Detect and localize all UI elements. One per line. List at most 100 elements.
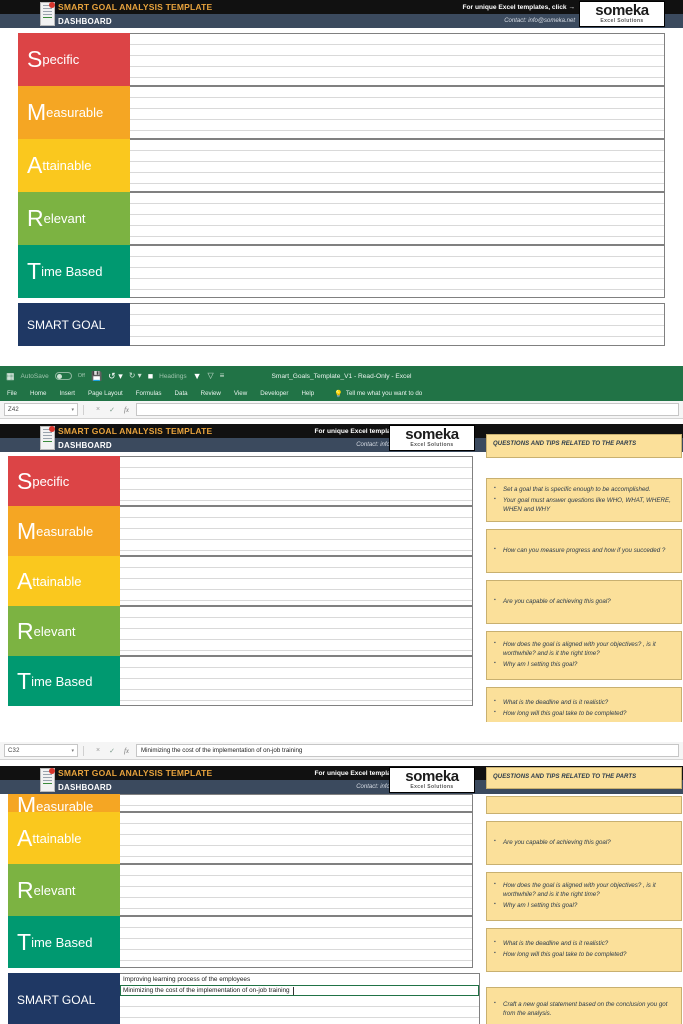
smart-rest: easurable	[36, 523, 94, 539]
smart-rest: elevant	[33, 882, 76, 898]
smart-row-relevant[interactable]: Relevant	[18, 192, 665, 245]
chevron-down-icon[interactable]: ▾	[71, 407, 74, 413]
smart-row-relevant[interactable]: Relevant	[8, 864, 473, 916]
smart-row-measurable[interactable]: Measurable	[8, 506, 473, 556]
tip-item: Are you capable of achieving this goal?	[494, 597, 674, 607]
tips-spacer	[486, 465, 682, 478]
smart-rest: pecific	[32, 473, 70, 489]
tab-review[interactable]: Review	[201, 390, 221, 397]
smart-rest: elevant	[43, 211, 86, 226]
tip-item: How long will this goal take to be compl…	[494, 709, 674, 719]
cancel-icon[interactable]: ×	[96, 747, 100, 755]
template-subtitle: DASHBOARD	[58, 16, 112, 26]
formula-bar-bottom[interactable]: C32 ▾ × ✓ fx Minimizing the cost of the …	[0, 742, 683, 760]
smart-cells-relevant[interactable]	[120, 606, 473, 656]
cancel-icon[interactable]: ×	[96, 406, 100, 414]
smart-rest: ttainable	[32, 573, 82, 589]
tab-help[interactable]: Help	[301, 390, 314, 397]
smart-cells-measurable[interactable]	[130, 86, 665, 139]
tab-page-layout[interactable]: Page Layout	[88, 390, 123, 397]
tip-item: What is the deadline and is it realistic…	[494, 698, 674, 708]
smart-row-attainable[interactable]: Attainable	[8, 812, 473, 864]
smart-cells-time-based[interactable]	[120, 656, 473, 706]
tab-insert[interactable]: Insert	[60, 390, 75, 397]
tab-home[interactable]: Home	[30, 390, 47, 397]
confirm-icon[interactable]: ✓	[109, 406, 115, 414]
tab-view[interactable]: View	[234, 390, 247, 397]
goal-entry-2-text: Minimizing the cost of the implementatio…	[123, 987, 290, 994]
tab-developer[interactable]: Developer	[260, 390, 288, 397]
insert-function-icon[interactable]: fx	[124, 747, 129, 755]
smart-goal-row-top[interactable]: SMART GOAL	[18, 303, 665, 346]
template-subtitle: DASHBOARD	[58, 440, 112, 450]
goal-entry-2-row: Minimizing the cost of the implementatio…	[120, 985, 479, 996]
smart-row-measurable[interactable]: Measurable	[8, 794, 473, 812]
smart-cells-relevant[interactable]	[120, 864, 473, 916]
goal-entry-1[interactable]: Improving learning process of the employ…	[120, 974, 479, 985]
smart-cells-time-based[interactable]	[120, 916, 473, 968]
formula-input[interactable]	[136, 403, 679, 416]
smart-row-relevant[interactable]: Relevant	[8, 606, 473, 656]
someka-logo[interactable]: someka Excel Solutions	[579, 1, 665, 27]
smart-initial: T	[27, 258, 42, 284]
confirm-icon[interactable]: ✓	[109, 747, 115, 755]
tell-me-box[interactable]: 💡 Tell me what you want to do	[334, 390, 422, 398]
smart-cells-attainable[interactable]	[120, 556, 473, 606]
name-box[interactable]: C32 ▾	[4, 744, 78, 757]
smart-row-attainable[interactable]: Attainable	[18, 139, 665, 192]
smart-row-measurable[interactable]: Measurable	[18, 86, 665, 139]
tab-file[interactable]: File	[7, 390, 17, 397]
goal-entry-2-active-cell[interactable]: Minimizing the cost of the implementatio…	[120, 985, 478, 996]
smart-cells-measurable[interactable]	[120, 794, 473, 812]
smart-initial: M	[17, 794, 37, 812]
smart-goal-row-bottom[interactable]: SMART GOAL Improving learning process of…	[8, 973, 480, 1024]
smart-cells-specific[interactable]	[130, 33, 665, 86]
tab-formulas[interactable]: Formulas	[136, 390, 162, 397]
tab-data[interactable]: Data	[175, 390, 188, 397]
smart-goal-cells[interactable]	[130, 303, 665, 346]
smart-label-measurable: Measurable	[8, 506, 120, 556]
smart-cells-attainable[interactable]	[130, 139, 665, 192]
tip-item: How long will this goal take to be compl…	[494, 950, 674, 960]
tip-item: Set a goal that is specific enough to be…	[494, 485, 674, 495]
active-cell-extension	[478, 985, 479, 996]
insert-function-icon[interactable]: fx	[124, 406, 129, 414]
smart-cells-time-based[interactable]	[130, 245, 665, 298]
smart-row-time-based[interactable]: Time Based	[18, 245, 665, 298]
name-box[interactable]: Z42 ▾	[4, 403, 78, 416]
smart-label-measurable: Measurable	[18, 86, 130, 139]
smart-label-specific: Specific	[18, 33, 130, 86]
tip-box-time-based: What is the deadline and is it realistic…	[486, 928, 682, 972]
ribbon-tabs[interactable]: File Home Insert Page Layout Formulas Da…	[0, 386, 683, 401]
smart-row-attainable[interactable]: Attainable	[8, 556, 473, 606]
smart-goal-cells[interactable]: Improving learning process of the employ…	[120, 973, 480, 1024]
smart-row-time-based[interactable]: Time Based	[8, 916, 473, 968]
tip-box-measurable-partial	[486, 796, 682, 814]
document-icon	[40, 426, 55, 450]
someka-logo[interactable]: someka Excel Solutions	[389, 767, 475, 793]
chevron-down-icon[interactable]: ▾	[71, 748, 74, 754]
smart-goal-label: SMART GOAL	[18, 303, 130, 346]
document-title: Smart_Goals_Template_V1 - Read-Only - Ex…	[271, 372, 412, 380]
formula-bar-buttons[interactable]: × ✓ fx	[89, 747, 136, 755]
smart-row-time-based[interactable]: Time Based	[8, 656, 473, 706]
smart-rest: ime Based	[31, 934, 93, 950]
tell-me-label: Tell me what you want to do	[345, 390, 423, 397]
smart-row-specific[interactable]: Specific	[18, 33, 665, 86]
formula-bar-buttons[interactable]: × ✓ fx	[89, 406, 136, 414]
smart-cells-measurable[interactable]	[120, 506, 473, 556]
smart-cells-relevant[interactable]	[130, 192, 665, 245]
smart-goal-label: SMART GOAL	[8, 973, 120, 1024]
smart-label-time-based: Time Based	[8, 656, 120, 706]
smart-row-specific[interactable]: Specific	[8, 456, 473, 506]
tip-item: Craft a new goal statement based on the …	[494, 1000, 674, 1019]
smart-cells-specific[interactable]	[120, 456, 473, 506]
formula-bar-middle[interactable]: Z42 ▾ × ✓ fx	[0, 401, 683, 419]
someka-logo[interactable]: someka Excel Solutions	[389, 425, 475, 451]
template-cta[interactable]: For unique Excel templates, click →	[463, 4, 576, 11]
smart-cells-attainable[interactable]	[120, 812, 473, 864]
tip-item: Your goal must answer questions like WHO…	[494, 496, 674, 515]
smart-label-attainable: Attainable	[18, 139, 130, 192]
formula-input[interactable]: Minimizing the cost of the implementatio…	[136, 744, 679, 757]
template-contact: Contact: info@someka.net	[504, 18, 575, 24]
